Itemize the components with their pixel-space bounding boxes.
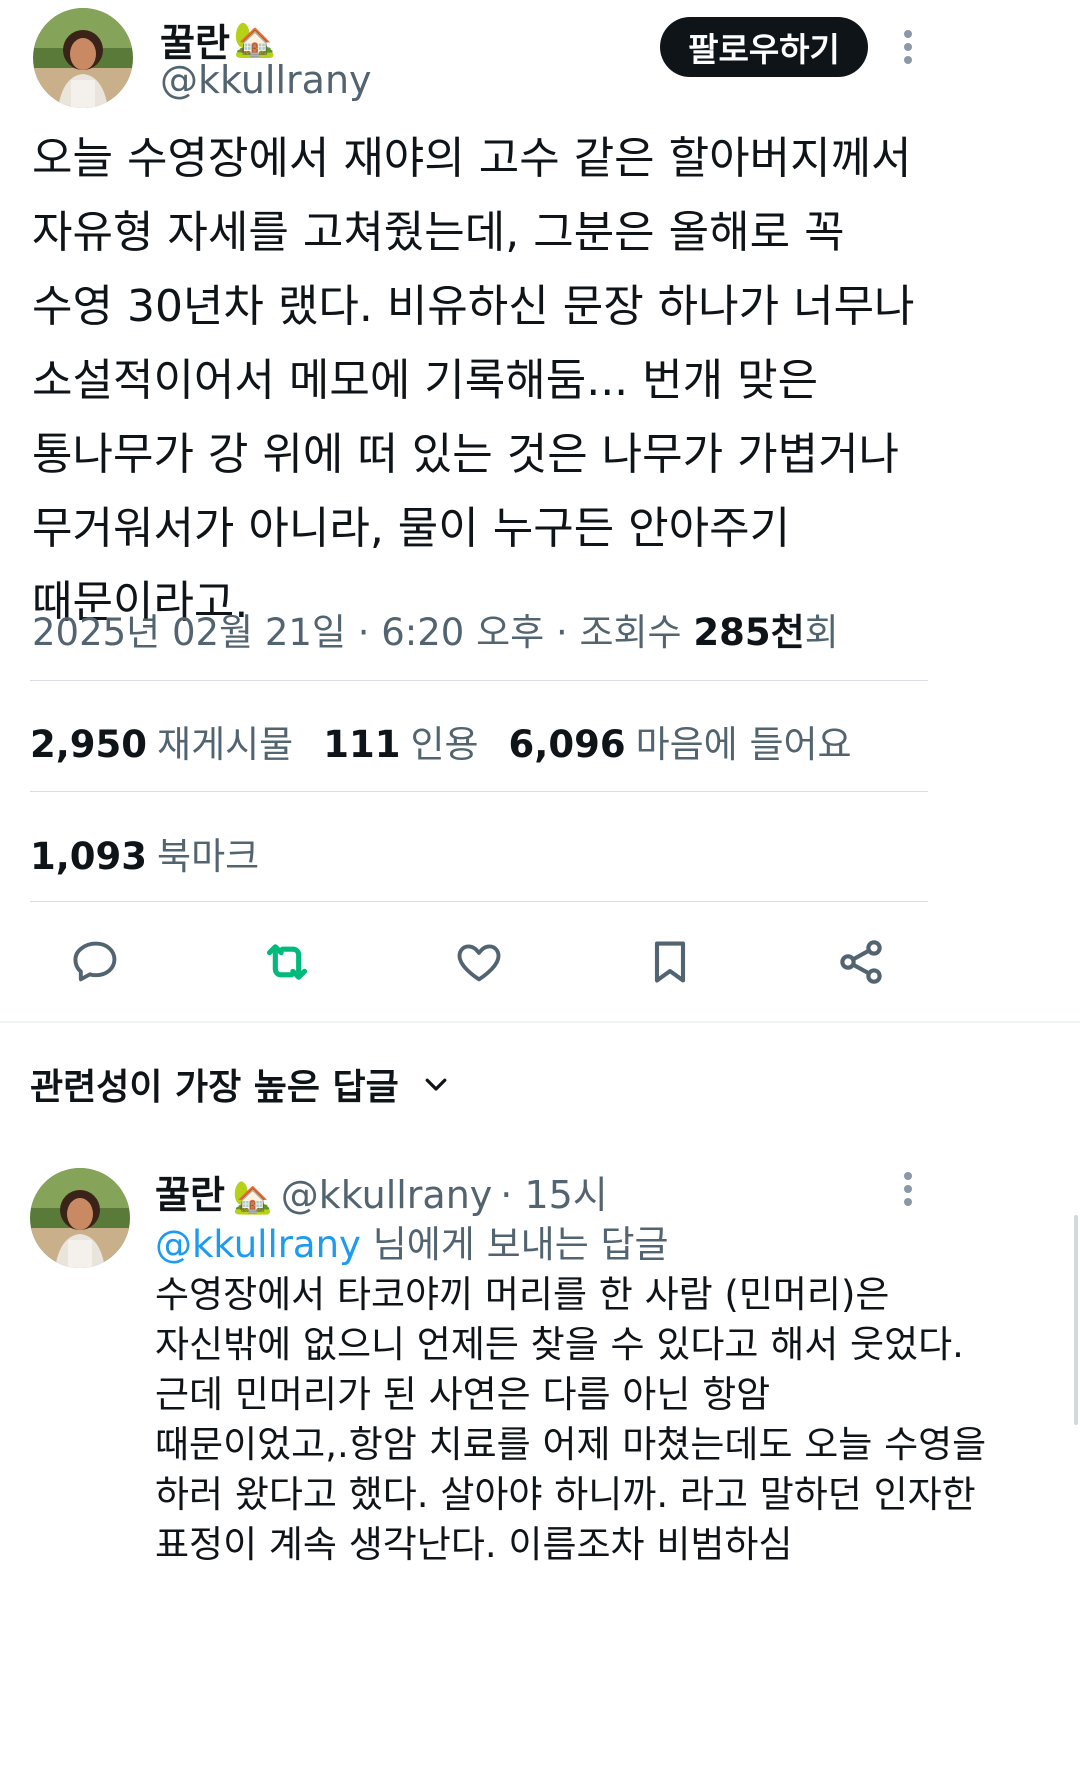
reply-body-line: 근데 민머리가 된 사연은 다름 아닌 항암 <box>155 1373 771 1416</box>
tweet-body-line: 오늘 수영장에서 재야의 고수 같은 할아버지께서 <box>32 133 912 184</box>
repost-button[interactable] <box>252 927 322 997</box>
reply-sort-label: 관련성이 가장 높은 답글 <box>30 1067 399 1108</box>
reply-body: 수영장에서 타코야끼 머리를 한 사람 (민머리)은 자신밖에 없으니 언제든 … <box>155 1270 1065 1570</box>
share-icon <box>840 940 882 984</box>
divider <box>30 901 928 902</box>
tweet-body-line: 통나무가 강 위에 떠 있는 것은 나무가 가볍거나 <box>32 429 900 480</box>
repost-icon <box>266 944 308 980</box>
view-count: 285천 <box>693 611 805 654</box>
repost-stat[interactable]: 2,950 재게시물 <box>30 714 293 768</box>
like-button[interactable] <box>444 927 514 997</box>
reply-body-line: 자신밖에 없으니 언제든 찾을 수 있다고 해서 웃었다. <box>155 1323 964 1366</box>
reply-author-avatar[interactable] <box>30 1168 130 1268</box>
author-avatar[interactable] <box>33 8 133 108</box>
divider <box>30 680 928 681</box>
section-divider <box>0 1021 1080 1023</box>
speech-bubble-icon <box>73 941 117 982</box>
scrollbar[interactable] <box>1074 1215 1078 1425</box>
share-button[interactable] <box>826 927 896 997</box>
reply-author-name[interactable]: 꿀란 <box>155 1164 225 1219</box>
view-count-suffix: 회 <box>804 611 839 654</box>
reply-button[interactable] <box>61 927 131 997</box>
author-handle[interactable]: @kkullrany <box>160 58 372 102</box>
reply-body-line: 표정이 계속 생각난다. 이름조차 비범하심 <box>155 1523 793 1566</box>
bookmark-button[interactable] <box>635 927 705 997</box>
like-stat[interactable]: 6,096 마음에 들어요 <box>509 714 852 768</box>
reply-body-line: 수영장에서 타코야끼 머리를 한 사람 (민머리)은 <box>155 1273 890 1316</box>
reply-body-line: 때문이었고,.항암 치료를 어제 마쳤는데도 오늘 수영을 <box>155 1423 987 1466</box>
tweet-body-line: 자유형 자세를 고쳐줬는데, 그분은 올해로 꼭 <box>32 207 845 258</box>
tweet-timestamp[interactable]: 2025년 02월 21일 · 6:20 오후 · 조회수 <box>32 611 693 654</box>
replying-to: @kkullrany 님에게 보내는 답글 <box>155 1214 669 1268</box>
replying-to-handle[interactable]: @kkullrany <box>155 1223 361 1266</box>
reply-time[interactable]: · 15시 <box>500 1164 607 1219</box>
reply-sort-dropdown[interactable]: 관련성이 가장 높은 답글 <box>30 1058 451 1110</box>
house-emoji-icon: 🏡 <box>232 1178 273 1216</box>
reply-body-line: 하러 왔다고 했다. 살아야 하니까. 라고 말하던 인자한 <box>155 1473 976 1516</box>
replying-to-suffix: 님에게 보내는 답글 <box>360 1223 669 1266</box>
house-emoji-icon: 🏡 <box>233 19 277 60</box>
heart-icon <box>457 944 501 982</box>
follow-button[interactable]: 팔로우하기 <box>660 17 868 77</box>
quote-stat[interactable]: 111 인용 <box>323 714 478 768</box>
stats-row: 2,950 재게시물 111 인용 6,096 마음에 들어요 <box>30 714 852 768</box>
bookmark-stat[interactable]: 1,093 북마크 <box>30 826 259 880</box>
tweet-body: 오늘 수영장에서 재야의 고수 같은 할아버지께서 자유형 자세를 고쳐줬는데,… <box>32 122 1052 640</box>
divider <box>30 791 928 792</box>
tweet-body-line: 소설적이어서 메모에 기록해둠... 번개 맞은 <box>32 355 819 406</box>
reply-header: 꿀란 🏡 @kkullrany · 15시 <box>155 1164 608 1219</box>
tweet-body-line: 수영 30년차 랬다. 비유하신 문장 하나가 너무나 <box>32 281 915 332</box>
tweet-meta: 2025년 02월 21일 · 6:20 오후 · 조회수 285천회 <box>32 602 839 656</box>
reply-author-handle[interactable]: @kkullrany <box>281 1173 493 1217</box>
chevron-down-icon <box>425 1078 447 1091</box>
more-options-icon[interactable] <box>903 30 913 64</box>
bookmark-icon <box>654 941 686 983</box>
tweet-body-line: 무거워서가 아니라, 물이 누구든 안아주기 <box>32 503 791 554</box>
reply-more-options-icon[interactable] <box>903 1172 913 1206</box>
